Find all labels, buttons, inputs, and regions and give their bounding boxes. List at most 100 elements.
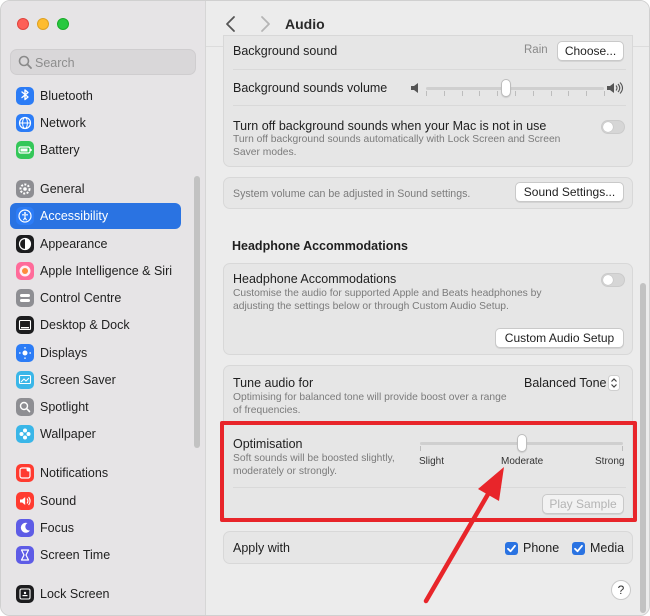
bluetooth-icon (16, 87, 34, 105)
sidebar-item-label: Control Centre (40, 291, 122, 305)
phone-checkbox[interactable] (505, 542, 518, 555)
sidebar-item-screen-saver[interactable]: Screen Saver (10, 367, 181, 393)
appearance-icon (16, 235, 34, 253)
displays-icon (16, 344, 34, 362)
lock-screen-icon (16, 585, 34, 603)
sidebar-item-bluetooth[interactable]: Bluetooth (10, 83, 181, 109)
siri-icon (16, 262, 34, 280)
sidebar-item-label: Sound (40, 494, 77, 508)
sidebar-item-displays[interactable]: Displays (10, 340, 181, 366)
slider-tick (497, 91, 499, 96)
background-volume-slider[interactable] (426, 87, 604, 90)
headphone-toggle[interactable] (601, 273, 625, 287)
slider-tick (586, 91, 588, 96)
sidebar-item-battery[interactable]: Battery (10, 137, 181, 163)
speaker-low-icon (411, 83, 418, 93)
wallpaper-icon (16, 425, 34, 443)
spotlight-icon (16, 398, 34, 416)
headphone-label: Headphone Accommodations (233, 272, 397, 286)
accessibility-icon (16, 207, 34, 225)
slider-tick (479, 91, 481, 96)
sidebar-item-lock-screen[interactable]: Lock Screen (10, 581, 181, 607)
battery-icon (16, 141, 34, 159)
media-checkbox[interactable] (572, 542, 585, 555)
search-icon (18, 55, 32, 69)
sidebar-item-focus[interactable]: Focus (10, 515, 181, 541)
sound-settings-button[interactable]: Sound Settings... (515, 182, 624, 202)
system-volume-note: System volume can be adjusted in Sound s… (233, 188, 471, 200)
turn-off-label: Turn off background sounds when your Mac… (233, 119, 547, 133)
screen-time-icon (16, 546, 34, 564)
checkmark-icon (574, 544, 583, 553)
page-title: Audio (285, 16, 325, 32)
turn-off-description: Turn off background sounds automatically… (233, 134, 561, 158)
search-placeholder: Search (35, 56, 75, 70)
sidebar-item-label: Spotlight (40, 400, 89, 414)
sidebar-item-label: Network (40, 116, 86, 130)
background-sounds-card: Background sound Rain Choose... Backgrou… (223, 35, 633, 167)
sidebar-item-appearance[interactable]: Appearance (10, 231, 181, 257)
checkmark-icon (507, 544, 516, 553)
phone-label: Phone (523, 541, 560, 555)
main-pane: Audio Background sound Rain Choose... Ba… (206, 1, 649, 615)
sidebar-item-label: Notifications (40, 466, 109, 480)
screen-saver-icon (16, 371, 34, 389)
sidebar-item-sound[interactable]: Sound (10, 488, 181, 514)
sidebar-item-screen-time[interactable]: Screen Time (10, 542, 181, 568)
desktop-dock-icon (16, 316, 34, 334)
sidebar-item-label: Focus (40, 521, 75, 535)
sidebar-item-label: Lock Screen (40, 587, 110, 601)
sidebar-item-apple-intelligence-siri[interactable]: Apple Intelligence & Siri (10, 258, 181, 284)
slider-tick (532, 91, 534, 96)
sidebar-item-label: Accessibility (40, 209, 109, 223)
background-volume-label: Background sounds volume (233, 81, 388, 95)
tune-description: Optimising for balanced tone will provid… (233, 392, 507, 416)
background-sound-label: Background sound (233, 44, 338, 58)
highlight-box (220, 421, 637, 522)
apply-with-label: Apply with (233, 541, 290, 555)
choose-sound-button[interactable]: Choose... (557, 41, 624, 61)
sidebar-item-label: Bluetooth (40, 89, 93, 103)
main-scrollbar[interactable] (640, 283, 646, 613)
sidebar-item-notifications[interactable]: Notifications (10, 460, 181, 486)
sidebar: Search Bluetooth Network Battery General Acc… (1, 1, 206, 615)
tune-label: Tune audio for (233, 376, 314, 390)
gear-icon (16, 180, 34, 198)
sidebar-item-wallpaper[interactable]: Wallpaper (10, 421, 181, 447)
sidebar-item-accessibility[interactable]: Accessibility (10, 203, 181, 229)
sidebar-item-general[interactable]: General (10, 176, 181, 202)
tune-value[interactable]: Balanced Tone (524, 376, 606, 390)
zoom-window-button[interactable] (57, 18, 69, 30)
slider-tick (515, 91, 516, 96)
sidebar-item-label: Screen Saver (40, 373, 116, 387)
sidebar-scrollbar[interactable] (194, 176, 200, 448)
custom-audio-setup-button[interactable]: Custom Audio Setup (495, 328, 624, 348)
close-window-button[interactable] (17, 18, 29, 30)
toggle-knob (603, 275, 613, 285)
slider-tick (604, 91, 605, 96)
headphone-description: Customise the audio for supported Apple … (233, 288, 542, 312)
sound-icon (16, 492, 34, 510)
turn-off-toggle[interactable] (601, 120, 625, 134)
background-volume-thumb[interactable] (501, 79, 512, 97)
sidebar-item-spotlight[interactable]: Spotlight (10, 394, 181, 420)
apply-with-card: Apply with Phone Media (223, 531, 633, 564)
back-icon[interactable] (222, 14, 240, 34)
settings-window: Search Bluetooth Network Battery General Acc… (0, 0, 650, 616)
sidebar-item-label: Apple Intelligence & Siri (40, 264, 173, 278)
sidebar-item-label: Screen Time (40, 548, 111, 562)
minimize-window-button[interactable] (37, 18, 49, 30)
chevron-up-down-icon[interactable] (608, 375, 620, 391)
headphone-card: Headphone Accommodations Customise the a… (223, 263, 633, 355)
sidebar-item-label: General (40, 182, 85, 196)
sidebar-item-control-centre[interactable]: Control Centre (10, 285, 181, 311)
forward-icon[interactable] (256, 14, 274, 34)
notifications-icon (16, 464, 34, 482)
slider-tick (568, 91, 570, 96)
search-field[interactable]: Search (10, 49, 196, 75)
help-button[interactable]: ? (611, 580, 631, 600)
sidebar-item-desktop-dock[interactable]: Desktop & Dock (10, 312, 181, 338)
sidebar-item-label: Battery (40, 143, 80, 157)
divider (233, 105, 626, 106)
sidebar-item-network[interactable]: Network (10, 110, 181, 136)
